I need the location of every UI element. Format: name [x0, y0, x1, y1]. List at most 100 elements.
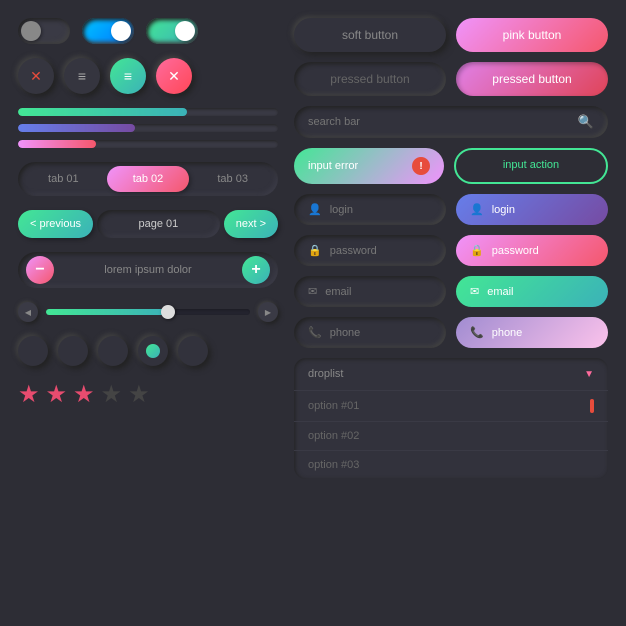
dropdown[interactable]: droplist ▼ option #01 option #02 option …: [294, 358, 608, 479]
star-2[interactable]: ★: [46, 380, 68, 409]
toggle-off[interactable]: [18, 18, 70, 44]
login-field-dark[interactable]: 👤 login: [294, 194, 446, 225]
login-field-gradient[interactable]: 👤 login: [456, 194, 608, 225]
progress-fill-pink: [18, 140, 96, 148]
stepper-minus-button[interactable]: −: [26, 256, 54, 284]
star-rating: ★ ★ ★ ★ ★: [18, 380, 278, 409]
login-row: 👤 login 👤 login: [294, 194, 608, 225]
search-input[interactable]: [308, 116, 578, 128]
dropdown-label: droplist: [308, 368, 343, 380]
slider-max-icon: ▶: [258, 302, 278, 322]
stepper-plus-button[interactable]: +: [242, 256, 270, 284]
toggle-knob: [21, 21, 41, 41]
pagination-row: < previous page 01 next >: [18, 210, 278, 238]
lock-icon-gradient: 🔒: [470, 244, 484, 257]
progress-bar-pink: [18, 140, 278, 148]
phone-field-dark[interactable]: 📞 phone: [294, 317, 446, 348]
phone-field-gradient[interactable]: 📞 phone: [456, 317, 608, 348]
option-2-label: option #02: [308, 430, 359, 442]
progress-fill-teal: [18, 108, 187, 116]
email-field-dark[interactable]: ✉ email: [294, 276, 446, 307]
dropdown-header[interactable]: droplist ▼: [294, 358, 608, 391]
password-field-dark[interactable]: 🔒 password: [294, 235, 446, 266]
prev-button[interactable]: < previous: [18, 210, 93, 238]
star-1[interactable]: ★: [18, 380, 40, 409]
progress-bar-blue: [18, 124, 278, 132]
next-button[interactable]: next >: [224, 210, 278, 238]
radio-dot-3[interactable]: [98, 336, 128, 366]
pressed-button-row: pressed button pressed button: [294, 62, 608, 96]
stepper-row: − lorem ipsum dolor +: [18, 252, 278, 288]
user-icon: 👤: [308, 203, 322, 216]
tab-03[interactable]: tab 03: [191, 166, 274, 192]
progress-bar-teal: [18, 108, 278, 116]
phone-row: 📞 phone 📞 phone: [294, 317, 608, 348]
slider-thumb[interactable]: [161, 305, 175, 319]
star-4[interactable]: ★: [101, 380, 123, 409]
toggle-knob: [175, 21, 195, 41]
tab-group: tab 01 tab 02 tab 03: [18, 162, 278, 196]
password-label-dark: password: [330, 245, 377, 257]
slider-fill: [46, 309, 168, 315]
toggle-teal[interactable]: [146, 18, 198, 44]
phone-label-dark: phone: [330, 327, 361, 339]
toggle-blue[interactable]: [82, 18, 134, 44]
email-row: ✉ email ✉ email: [294, 276, 608, 307]
red-close-icon-button[interactable]: ✕: [156, 58, 192, 94]
radio-dot-1[interactable]: [18, 336, 48, 366]
dropdown-option-1[interactable]: option #01: [294, 391, 608, 422]
email-field-gradient[interactable]: ✉ email: [456, 276, 608, 307]
page-number: page 01: [97, 210, 220, 238]
pink-button[interactable]: pink button: [456, 18, 608, 52]
menu-icon-button[interactable]: ≡: [64, 58, 100, 94]
dropdown-option-2[interactable]: option #02: [294, 422, 608, 451]
slider-row: ◀ ▶: [18, 302, 278, 322]
toggle-knob: [111, 21, 131, 41]
email-icon: ✉: [308, 285, 317, 298]
radio-dot-2[interactable]: [58, 336, 88, 366]
option-1-indicator: [590, 399, 594, 413]
slider-min-icon: ◀: [18, 302, 38, 322]
stepper-text: lorem ipsum dolor: [62, 264, 234, 276]
radio-dot-5[interactable]: [178, 336, 208, 366]
email-icon-gradient: ✉: [470, 285, 479, 298]
progress-fill-blue: [18, 124, 135, 132]
radio-dot-4[interactable]: [138, 336, 168, 366]
user-icon-gradient: 👤: [470, 203, 484, 216]
radio-group: [18, 336, 278, 366]
pressed-button-dark[interactable]: pressed button: [294, 62, 446, 96]
slider-track[interactable]: [46, 309, 250, 315]
close-icon-button[interactable]: ✕: [18, 58, 54, 94]
tab-01[interactable]: tab 01: [22, 166, 105, 192]
soft-button[interactable]: soft button: [294, 18, 446, 52]
dropdown-arrow-icon: ▼: [584, 369, 594, 380]
input-action-field[interactable]: input action: [454, 148, 608, 184]
password-row: 🔒 password 🔒 password: [294, 235, 608, 266]
soft-button-row: soft button pink button: [294, 18, 608, 52]
phone-icon: 📞: [308, 326, 322, 339]
star-5[interactable]: ★: [128, 380, 150, 409]
pressed-button-pink[interactable]: pressed button: [456, 62, 608, 96]
error-icon: !: [412, 157, 430, 175]
phone-icon-gradient: 📞: [470, 326, 484, 339]
option-3-label: option #03: [308, 459, 359, 471]
dropdown-option-3[interactable]: option #03: [294, 451, 608, 479]
green-menu-icon-button[interactable]: ≡: [110, 58, 146, 94]
star-3[interactable]: ★: [73, 380, 95, 409]
password-field-gradient[interactable]: 🔒 password: [456, 235, 608, 266]
input-error-field[interactable]: input error !: [294, 148, 444, 184]
password-label-gradient: password: [492, 245, 539, 257]
login-label-dark: login: [330, 204, 353, 216]
email-label-dark: email: [325, 286, 351, 298]
tab-02[interactable]: tab 02: [107, 166, 190, 192]
search-bar[interactable]: 🔍: [294, 106, 608, 138]
progress-section: [18, 108, 278, 148]
input-error-label: input error: [308, 160, 358, 172]
email-label-gradient: email: [487, 286, 513, 298]
lock-icon: 🔒: [308, 244, 322, 257]
login-label-gradient: login: [492, 204, 515, 216]
icon-button-row: ✕ ≡ ≡ ✕: [18, 58, 278, 94]
search-icon: 🔍: [578, 114, 594, 130]
phone-label-gradient: phone: [492, 327, 523, 339]
input-row: input error ! input action: [294, 148, 608, 184]
